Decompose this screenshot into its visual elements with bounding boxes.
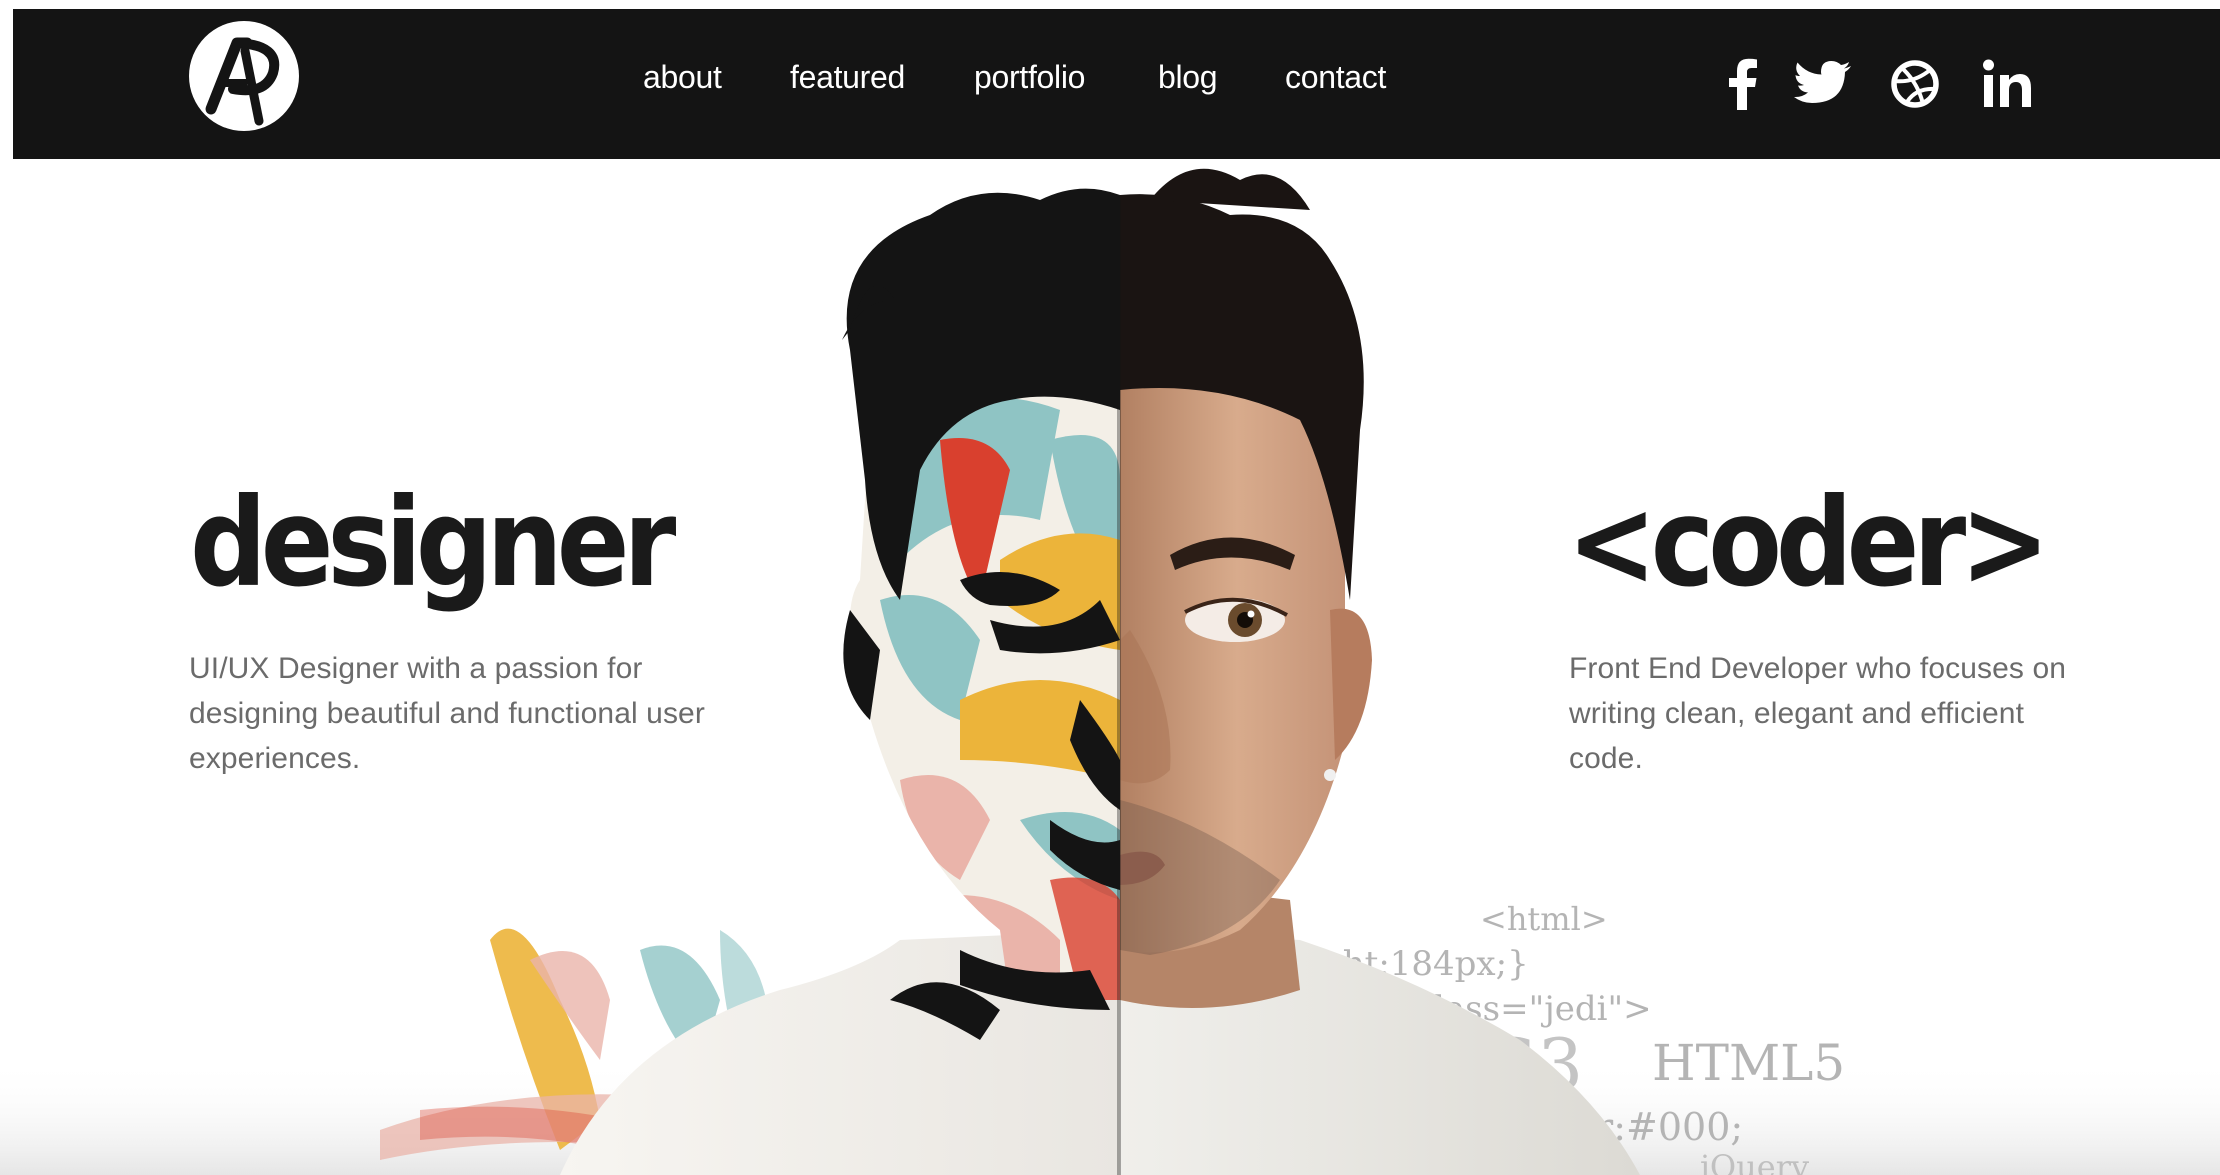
code-snippet: <html> [1480, 900, 1608, 938]
designer-heading: designer [190, 472, 676, 614]
coder-description: Front End Developer who focuses on writi… [1569, 652, 2067, 775]
code-snippet: HTML5 [1652, 1034, 1845, 1092]
coder-heading: <coder> [1567, 472, 2050, 614]
code-snippet: jQuery [1696, 1148, 1809, 1175]
designer-description: UI/UX Designer with a passion for design… [189, 652, 705, 775]
